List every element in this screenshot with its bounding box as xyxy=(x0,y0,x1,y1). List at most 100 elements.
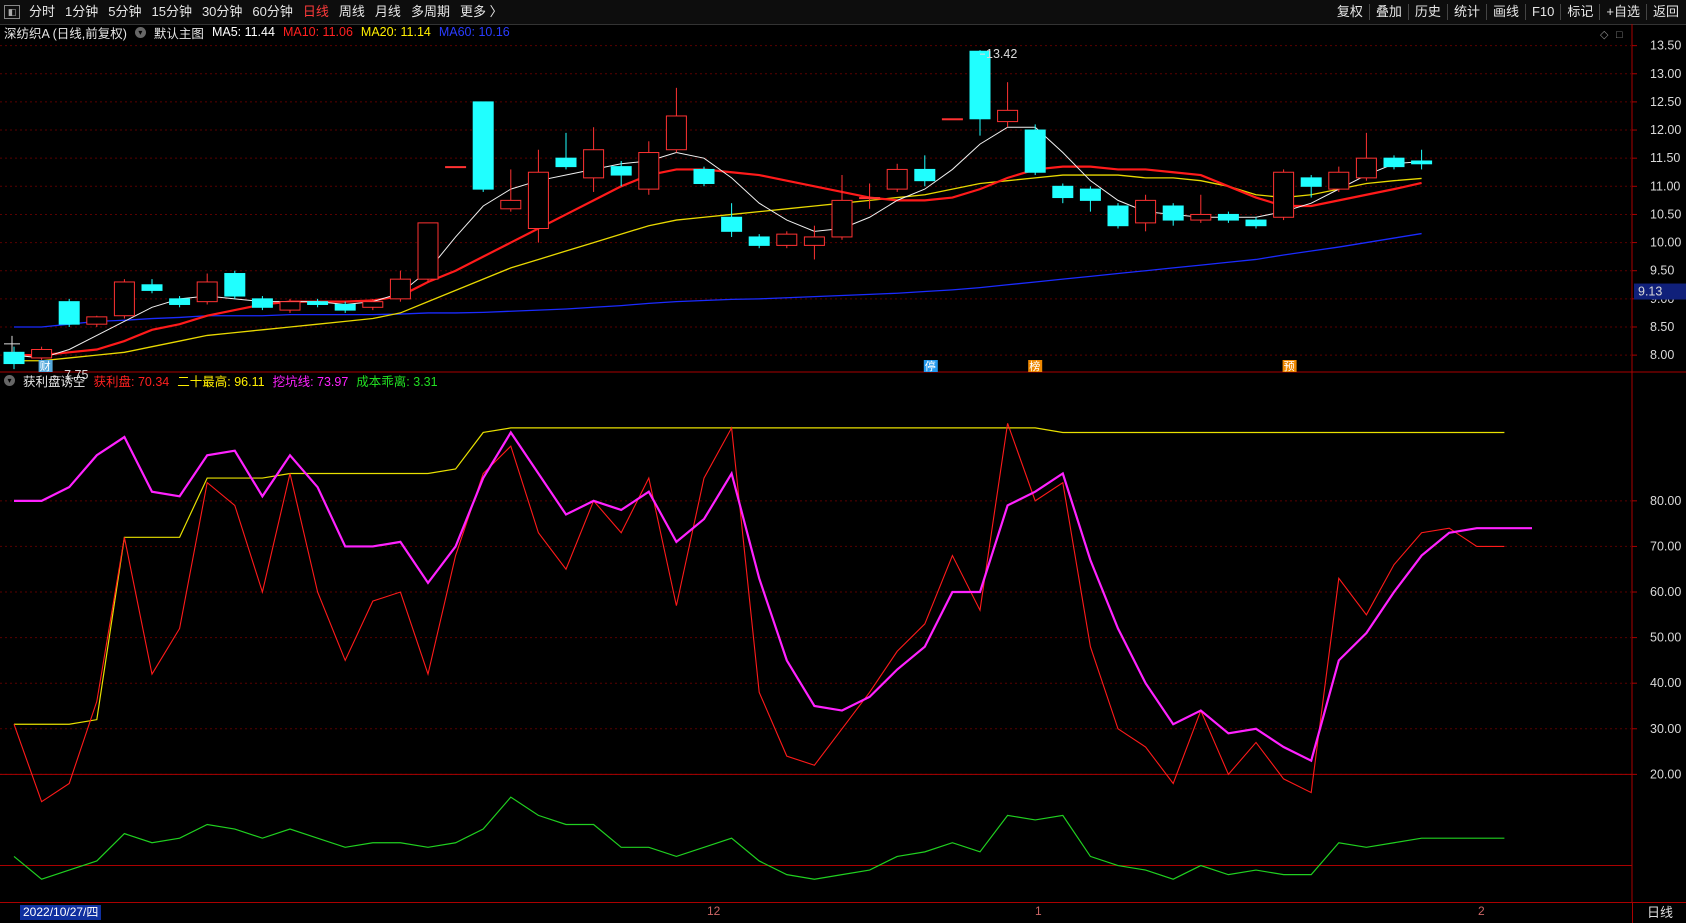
period-tab[interactable]: 60分钟 xyxy=(247,0,297,24)
y-tick-label: 60.00 xyxy=(1650,585,1681,599)
candle xyxy=(1273,171,1295,218)
candle xyxy=(389,278,411,300)
legend-item: 成本乖离: 3.31 xyxy=(356,374,438,389)
candle xyxy=(58,301,80,325)
candle xyxy=(803,236,825,246)
y-tick-label: 11.50 xyxy=(1650,151,1680,165)
event-marker: 停 xyxy=(923,359,938,373)
candle xyxy=(969,50,991,120)
candle xyxy=(1162,205,1184,221)
event-label: 停 xyxy=(925,359,936,373)
period-tab[interactable]: 多周期 xyxy=(406,0,455,24)
candle xyxy=(1024,129,1046,173)
candle xyxy=(196,281,218,303)
price-chart[interactable]: 13.50 13.00 12.50 12.00 11.50 11.00 10.50 10.00… xyxy=(0,24,1686,396)
period-tabs: ◧ 分时 1分钟 5分钟 15分钟 30分钟 60分钟 日线 周线 月线 多周期 更多 〉 xyxy=(0,0,508,24)
period-label[interactable]: 日线 xyxy=(1632,902,1686,923)
candle xyxy=(224,273,246,297)
candle xyxy=(1300,177,1322,187)
y-tick-label: 70.00 xyxy=(1650,539,1681,553)
toolbar-button[interactable]: 历史 xyxy=(1410,0,1446,24)
top-toolbar: ◧ 分时 1分钟 5分钟 15分钟 30分钟 60分钟 日线 周线 月线 多周期 更多 〉 复权 叠加… xyxy=(0,0,1686,25)
y-tick-label: 8.50 xyxy=(1650,320,1674,334)
y-tick-label: 20.00 xyxy=(1650,767,1681,781)
toolbar-button[interactable]: +自选 xyxy=(1601,0,1645,24)
cost-deviation-line xyxy=(13,796,1505,880)
candle xyxy=(831,199,853,238)
y-tick-label: 8.00 xyxy=(1650,348,1674,362)
period-tab[interactable]: 30分钟 xyxy=(197,0,247,24)
candle xyxy=(279,301,301,311)
month-tick-feb: 2 xyxy=(1478,904,1485,918)
y-tick-label: 80.00 xyxy=(1650,494,1681,508)
candle xyxy=(3,351,25,365)
candle xyxy=(1135,199,1157,224)
toolbar-button[interactable]: 返回 xyxy=(1648,0,1684,24)
candle xyxy=(941,118,963,121)
y-tick-label: 12.00 xyxy=(1650,123,1681,137)
period-tab[interactable]: 1分钟 xyxy=(60,0,103,24)
indicator-chart[interactable]: 80.00 70.00 60.00 50.00 40.00 30.00 20.00 xyxy=(0,396,1686,902)
toolbar-separator xyxy=(1485,4,1487,20)
toolbar-separator xyxy=(1368,4,1370,20)
candle xyxy=(1107,205,1129,227)
y-tick-label: 40.00 xyxy=(1650,676,1681,690)
indicator-legend: 获利盘: 70.34 二十最高: 96.11 挖坑线: 73.97 成本乖离: 3.3… xyxy=(94,371,446,390)
indicator-name[interactable]: 获利盘诱空 xyxy=(23,371,86,390)
period-tab[interactable]: 周线 xyxy=(334,0,370,24)
candle xyxy=(1052,185,1074,199)
date-axis xyxy=(0,902,1632,923)
candle xyxy=(693,168,715,184)
toolbar-separator xyxy=(1645,4,1647,20)
y-tick-label: 11.00 xyxy=(1650,179,1680,193)
event-marker: 榜 xyxy=(1028,359,1043,373)
chevron-down-icon[interactable]: ▾ xyxy=(4,374,15,386)
price-tag: 9.13 xyxy=(1638,285,1662,299)
event-label: 榜 xyxy=(1029,359,1040,373)
candle xyxy=(1411,160,1433,165)
period-tab[interactable]: 15分钟 xyxy=(146,0,196,24)
period-tab[interactable]: 月线 xyxy=(370,0,406,24)
candle xyxy=(1217,213,1239,221)
toolbar-button[interactable]: 统计 xyxy=(1449,0,1485,24)
candle xyxy=(1383,157,1405,168)
y-tick-label: 10.00 xyxy=(1650,236,1681,250)
y-tick-label: 13.50 xyxy=(1650,39,1681,53)
candle xyxy=(721,216,743,232)
toolbar-button[interactable]: 复权 xyxy=(1332,0,1368,24)
candle xyxy=(1355,157,1377,179)
toolbar-separator xyxy=(1446,4,1448,20)
candle xyxy=(610,166,632,176)
toolbar-actions: 复权 叠加 历史 统计 画线 F10 标记 +自选 返回 xyxy=(1332,0,1684,24)
candle xyxy=(997,109,1019,123)
candle xyxy=(113,281,135,317)
diamond-icon: ◇ xyxy=(1600,29,1609,41)
y-tick-label: 9.50 xyxy=(1650,264,1674,278)
period-tab[interactable]: 日线 xyxy=(298,0,334,24)
period-tab[interactable]: 更多 〉 xyxy=(455,0,508,24)
y-tick-label: 50.00 xyxy=(1650,631,1681,645)
toolbar-button[interactable]: 画线 xyxy=(1488,0,1524,24)
toolbar-button[interactable]: 标记 xyxy=(1562,0,1598,24)
candle xyxy=(307,301,329,305)
candle xyxy=(500,199,522,210)
month-tick-dec: 12 xyxy=(707,904,721,918)
period-tab[interactable]: 5分钟 xyxy=(103,0,146,24)
candle xyxy=(665,115,687,151)
ma20-line xyxy=(14,174,1422,362)
candle xyxy=(1190,213,1212,221)
y-tick-label: 12.50 xyxy=(1650,95,1681,109)
legend-item: 获利盘: 70.34 xyxy=(93,374,170,389)
candle xyxy=(748,236,770,246)
candle xyxy=(555,157,577,168)
event-label: 预 xyxy=(1284,360,1295,373)
period-tab[interactable]: 分时 xyxy=(24,0,60,24)
toolbar-button[interactable]: F10 xyxy=(1527,0,1559,24)
candle xyxy=(445,166,467,169)
menu-icon[interactable]: ◧ xyxy=(4,5,20,19)
restore-icon: □ xyxy=(1616,29,1623,41)
toolbar-button[interactable]: 叠加 xyxy=(1371,0,1407,24)
toolbar-separator xyxy=(1524,4,1526,20)
candle xyxy=(362,301,384,308)
y-tick-label: 13.00 xyxy=(1650,67,1681,81)
